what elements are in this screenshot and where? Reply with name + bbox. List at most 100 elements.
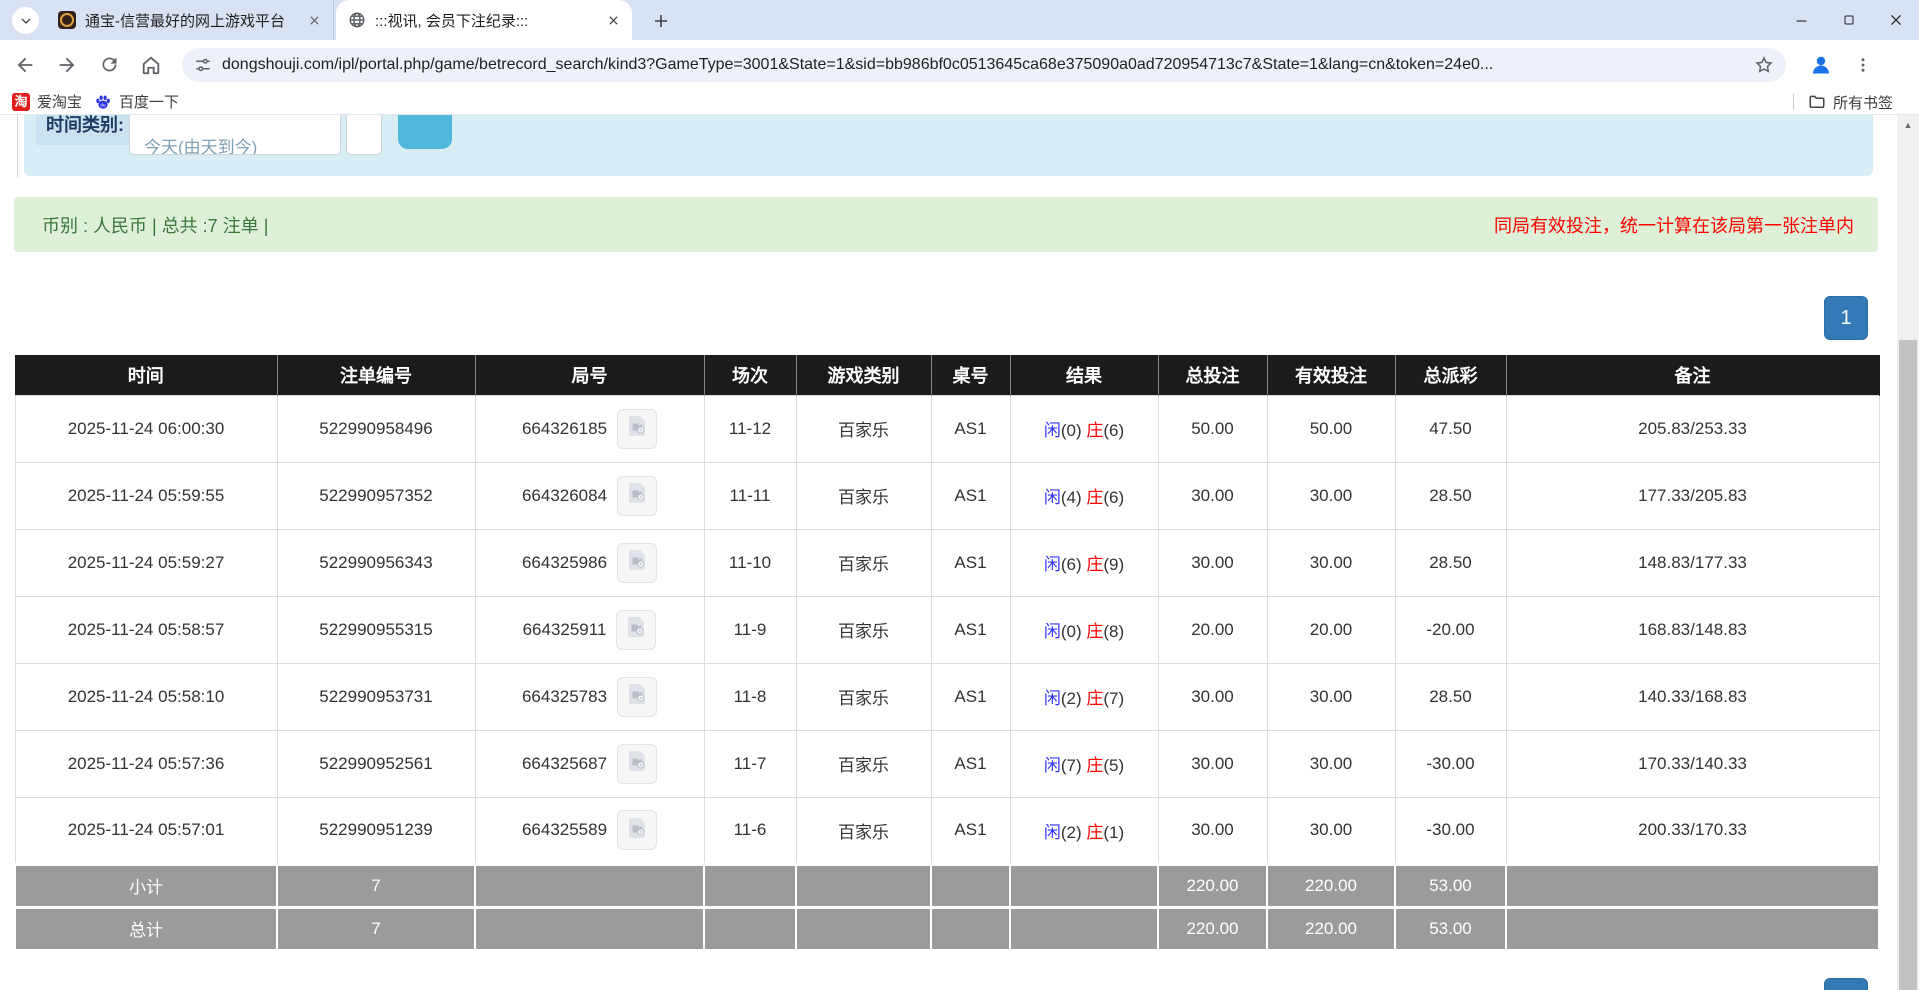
cell-table-no: AS1 <box>930 662 1011 731</box>
video-replay-button[interactable] <box>617 475 658 516</box>
result-banker-label: 庄 <box>1086 488 1104 507</box>
result-banker-count: (6) <box>1103 421 1125 440</box>
result-player-label: 闲 <box>1043 488 1061 507</box>
select-caret-box[interactable] <box>346 115 382 155</box>
subtotal-row-valid-bet: 220.00 <box>1266 862 1396 908</box>
result-banker-count: (9) <box>1103 555 1125 574</box>
cell-payout: -30.00 <box>1394 729 1507 798</box>
subtotal-row-count: 7 <box>276 862 476 908</box>
cell-round-id: 664326185 <box>474 394 705 463</box>
result-banker-label: 庄 <box>1086 622 1104 641</box>
cell-game-type: 百家乐 <box>795 662 932 731</box>
cell-payout: 28.50 <box>1394 662 1507 731</box>
cell-note: 168.83/148.83 <box>1505 595 1880 664</box>
cell-game-type: 百家乐 <box>795 729 932 798</box>
video-replay-button[interactable] <box>617 810 658 850</box>
pagination-bottom-clipped[interactable] <box>1824 978 1868 990</box>
tab-close-icon[interactable] <box>604 11 622 29</box>
bookmark-star-icon[interactable] <box>1754 55 1774 75</box>
header-cell-8: 有效投注 <box>1267 355 1396 395</box>
tab-close-icon[interactable] <box>305 11 323 29</box>
profile-avatar[interactable] <box>1804 48 1838 82</box>
round-number: 664325986 <box>521 552 608 572</box>
cell-table-no: AS1 <box>930 461 1011 530</box>
result-banker-count: (5) <box>1103 756 1125 775</box>
result-player-count: (0) <box>1060 421 1087 440</box>
result-player-count: (2) <box>1060 689 1087 708</box>
scrollbar-up-arrow[interactable]: ▲ <box>1897 115 1919 134</box>
tab-bet-records[interactable]: :::视讯, 会员下注纪录::: <box>336 0 632 40</box>
divider <box>1792 94 1794 110</box>
result-player-count: (2) <box>1060 822 1087 842</box>
address-bar[interactable]: dongshouji.com/ipl/portal.php/game/betre… <box>182 47 1786 82</box>
cell-bet-id: 522990956343 <box>276 528 476 597</box>
scrollbar-thumb[interactable] <box>1899 340 1917 990</box>
total-row-empty <box>703 905 797 951</box>
video-file-icon <box>625 816 649 845</box>
total-row-empty <box>1505 905 1880 951</box>
header-cell-5: 桌号 <box>931 355 1011 395</box>
cell-time: 2025-11-24 05:57:36 <box>14 729 278 798</box>
bookmark-label: 爱淘宝 <box>37 94 83 111</box>
table-row: 2025-11-24 05:58:10 522990953731 664325783… <box>14 662 1880 731</box>
cell-bet-id: 522990958496 <box>276 394 476 463</box>
cell-valid-bet: 50.00 <box>1266 394 1396 463</box>
forward-button[interactable] <box>50 48 84 82</box>
result-player-label: 闲 <box>1043 822 1061 842</box>
result-banker-label: 庄 <box>1086 756 1104 775</box>
result-player-count: (0) <box>1060 622 1087 641</box>
cell-result: 闲(6) 庄(9) <box>1009 528 1159 597</box>
window-close-button[interactable] <box>1872 0 1919 40</box>
tab-title: :::视讯, 会员下注纪录::: <box>375 12 529 30</box>
bookmark-label: 百度一下 <box>119 94 180 111</box>
video-replay-button[interactable] <box>617 743 658 784</box>
pagination-page-1[interactable]: 1 <box>1824 296 1868 340</box>
video-replay-button[interactable] <box>617 542 658 583</box>
back-button[interactable] <box>8 48 42 82</box>
cell-total-bet: 30.00 <box>1157 461 1268 530</box>
bookmark-aitaobao[interactable]: 淘 爱淘宝 <box>12 91 82 112</box>
cell-game-type: 百家乐 <box>795 528 932 597</box>
video-replay-button[interactable] <box>616 609 657 650</box>
video-replay-button[interactable] <box>617 408 658 449</box>
tab-tongbao[interactable]: 通宝-信营最好的网上游戏平台 <box>46 0 334 40</box>
page-scrollbar[interactable]: ▲ <box>1897 115 1919 990</box>
bookmark-baidu[interactable]: du 百度一下 <box>94 91 179 112</box>
note-warning-text: 同局有效投注，统一计算在该局第一张注单内 <box>1494 215 1854 236</box>
table-row: 2025-11-24 05:57:36 522990952561 664325687… <box>14 729 1880 798</box>
window-minimize-button[interactable] <box>1778 0 1825 40</box>
minimize-icon <box>1796 20 1807 22</box>
taobao-icon: 淘 <box>12 92 30 111</box>
table-row: 2025-11-24 06:00:30 522990958496 664326185… <box>14 394 1880 463</box>
browser-menu-button[interactable] <box>1846 48 1880 82</box>
cell-time: 2025-11-24 05:57:01 <box>14 796 278 865</box>
window-maximize-button[interactable] <box>1825 0 1872 40</box>
tune-icon[interactable] <box>194 56 212 74</box>
round-number: 664326185 <box>521 418 608 438</box>
divider <box>17 115 18 177</box>
result-banker-label: 庄 <box>1086 555 1104 574</box>
url-text[interactable]: dongshouji.com/ipl/portal.php/game/betre… <box>222 56 1754 74</box>
result-player-label: 闲 <box>1043 689 1061 708</box>
time-range-select[interactable]: 今天(由天到今) <box>129 115 341 155</box>
cell-time: 2025-11-24 05:58:10 <box>14 662 278 731</box>
cell-time: 2025-11-24 05:59:27 <box>14 528 278 597</box>
kebab-menu-icon <box>1861 57 1865 72</box>
result-player-count: (4) <box>1060 488 1087 507</box>
cell-total-bet: 30.00 <box>1157 662 1268 731</box>
total-row-empty <box>1009 905 1159 951</box>
all-bookmarks-button[interactable]: 所有书签 <box>1792 89 1893 115</box>
home-button[interactable] <box>134 48 168 82</box>
reload-button[interactable] <box>92 48 126 82</box>
tab-search-button[interactable] <box>12 7 39 34</box>
search-button[interactable] <box>398 115 452 149</box>
header-cell-3: 场次 <box>704 355 797 395</box>
cell-valid-bet: 30.00 <box>1266 796 1396 865</box>
subtotal-row-empty <box>703 862 797 908</box>
video-replay-button[interactable] <box>617 676 658 717</box>
bookmarks-bar: 淘 爱淘宝 du 百度一下 所有书签 <box>0 89 1919 115</box>
result-banker-label: 庄 <box>1086 822 1104 842</box>
new-tab-button[interactable] <box>648 8 674 34</box>
subtotal-row-empty <box>474 862 705 908</box>
cell-session: 11-7 <box>703 729 797 798</box>
